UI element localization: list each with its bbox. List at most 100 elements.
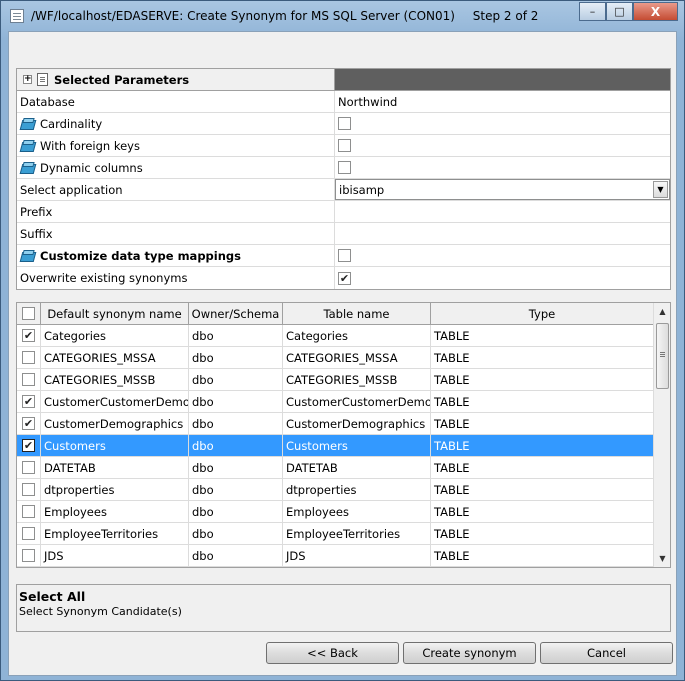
row-checkbox-cell: [17, 369, 41, 390]
type-cell: TABLE: [431, 435, 654, 456]
column-header-owner[interactable]: Owner/Schema: [189, 303, 283, 324]
param-row-cardinality: Cardinality: [17, 113, 670, 135]
row-checkbox-cell: ✔: [17, 413, 41, 434]
top-spacer: [9, 32, 676, 68]
book-icon: [20, 162, 35, 174]
synonym-name-cell: Employees: [41, 501, 189, 522]
table-name-cell: Categories: [283, 325, 431, 346]
parameters-header-title: Selected Parameters: [54, 72, 190, 87]
type-cell: TABLE: [431, 457, 654, 478]
minimize-button[interactable]: –: [579, 2, 606, 21]
param-value-cell: ibisamp ▼: [335, 179, 670, 200]
create-synonym-button[interactable]: Create synonym: [403, 642, 536, 664]
foreign-keys-checkbox[interactable]: [338, 139, 351, 152]
row-checkbox[interactable]: [22, 461, 35, 474]
synonym-name-cell: Customers: [41, 435, 189, 456]
param-label-cell: Dynamic columns: [17, 157, 335, 178]
cancel-button[interactable]: Cancel: [540, 642, 673, 664]
row-checkbox[interactable]: [22, 527, 35, 540]
scroll-thumb[interactable]: [656, 323, 669, 389]
row-checkbox-cell: ✔: [17, 391, 41, 412]
type-cell: TABLE: [431, 523, 654, 544]
table-row[interactable]: ✔ CustomerDemographics dbo CustomerDemograp…: [17, 413, 670, 435]
row-checkbox-cell: [17, 501, 41, 522]
column-header-synonym-name[interactable]: Default synonym name: [41, 303, 189, 324]
table-name-cell: JDS: [283, 545, 431, 566]
param-label: Select application: [17, 179, 335, 200]
type-cell: TABLE: [431, 325, 654, 346]
step-indicator: Step 2 of 2: [472, 9, 539, 23]
table-row[interactable]: EmployeeTerritories dbo EmployeeTerritorie…: [17, 523, 670, 545]
param-label-cell: Customize data type mappings: [17, 245, 335, 266]
description-text: Select Synonym Candidate(s): [19, 605, 182, 618]
owner-cell: dbo: [189, 545, 283, 566]
row-checkbox[interactable]: [22, 351, 35, 364]
row-checkbox[interactable]: ✔: [22, 329, 35, 342]
synonym-name-cell: CustomerDemographics: [41, 413, 189, 434]
param-value-cell: ✔: [335, 267, 670, 289]
type-cell: TABLE: [431, 413, 654, 434]
param-row-application: Select application ibisamp ▼: [17, 179, 670, 201]
title-bar[interactable]: /WF/localhost/EDASERVE: Create Synonym f…: [1, 1, 684, 31]
dynamic-columns-checkbox[interactable]: [338, 161, 351, 174]
owner-cell: dbo: [189, 369, 283, 390]
row-checkbox[interactable]: [22, 373, 35, 386]
row-checkbox[interactable]: [22, 549, 35, 562]
table-name-cell: CustomerDemographics: [283, 413, 431, 434]
param-row-customize-mappings: Customize data type mappings: [17, 245, 670, 267]
table-row[interactable]: Employees dbo Employees TABLE: [17, 501, 670, 523]
table-row[interactable]: JDS dbo JDS TABLE: [17, 545, 670, 567]
table-row[interactable]: ✔ CustomerCustomerDemo dbo CustomerCustomer…: [17, 391, 670, 413]
cardinality-checkbox[interactable]: [338, 117, 351, 130]
table-row[interactable]: ✔ Customers dbo Customers TABLE: [17, 435, 670, 457]
select-all-checkbox[interactable]: [22, 307, 35, 320]
row-checkbox[interactable]: [22, 483, 35, 496]
owner-cell: dbo: [189, 457, 283, 478]
table-row[interactable]: CATEGORIES_MSSA dbo CATEGORIES_MSSA TABLE: [17, 347, 670, 369]
param-label: Cardinality: [40, 116, 103, 131]
synonym-name-cell: EmployeeTerritories: [41, 523, 189, 544]
param-label-cell: Cardinality: [17, 113, 335, 134]
book-icon: [20, 118, 35, 130]
table-name-cell: EmployeeTerritories: [283, 523, 431, 544]
document-icon: [37, 73, 48, 86]
application-select[interactable]: ibisamp: [335, 179, 670, 200]
overwrite-checkbox[interactable]: ✔: [338, 271, 351, 285]
scroll-up-icon[interactable]: ▲: [654, 303, 670, 320]
expand-icon[interactable]: +: [23, 75, 32, 84]
table-name-cell: CATEGORIES_MSSB: [283, 369, 431, 390]
table-name-cell: DATETAB: [283, 457, 431, 478]
database-value[interactable]: Northwind: [335, 91, 670, 112]
row-checkbox-cell: [17, 457, 41, 478]
chevron-down-icon[interactable]: ▼: [653, 181, 668, 198]
owner-cell: dbo: [189, 413, 283, 434]
prefix-field[interactable]: [335, 201, 670, 222]
type-cell: TABLE: [431, 369, 654, 390]
table-row[interactable]: ✔ Categories dbo Categories TABLE: [17, 325, 670, 347]
table-row[interactable]: dtproperties dbo dtproperties TABLE: [17, 479, 670, 501]
column-header-table-name[interactable]: Table name: [283, 303, 431, 324]
book-icon: [20, 250, 35, 262]
table-row[interactable]: DATETAB dbo DATETAB TABLE: [17, 457, 670, 479]
row-checkbox[interactable]: [22, 505, 35, 518]
param-row-prefix: Prefix: [17, 201, 670, 223]
table-name-cell: dtproperties: [283, 479, 431, 500]
customize-mappings-checkbox[interactable]: [338, 249, 351, 262]
back-button[interactable]: << Back: [266, 642, 399, 664]
row-checkbox-cell: [17, 523, 41, 544]
row-checkbox[interactable]: ✔: [22, 417, 35, 430]
suffix-field[interactable]: [335, 223, 670, 244]
vertical-scrollbar[interactable]: ▲ ▼: [653, 303, 670, 567]
close-button[interactable]: X: [633, 2, 678, 21]
type-cell: TABLE: [431, 501, 654, 522]
maximize-button[interactable]: □: [606, 2, 633, 21]
column-header-type[interactable]: Type: [431, 303, 654, 324]
window-controls: – □ X: [579, 2, 678, 21]
param-value-cell: [335, 113, 670, 134]
row-checkbox[interactable]: ✔: [22, 395, 35, 408]
scroll-down-icon[interactable]: ▼: [654, 550, 670, 567]
table-row[interactable]: CATEGORIES_MSSB dbo CATEGORIES_MSSB TABLE: [17, 369, 670, 391]
parameters-header-label-cell: + Selected Parameters: [17, 69, 335, 90]
row-checkbox-cell: [17, 479, 41, 500]
row-checkbox[interactable]: ✔: [22, 439, 35, 452]
